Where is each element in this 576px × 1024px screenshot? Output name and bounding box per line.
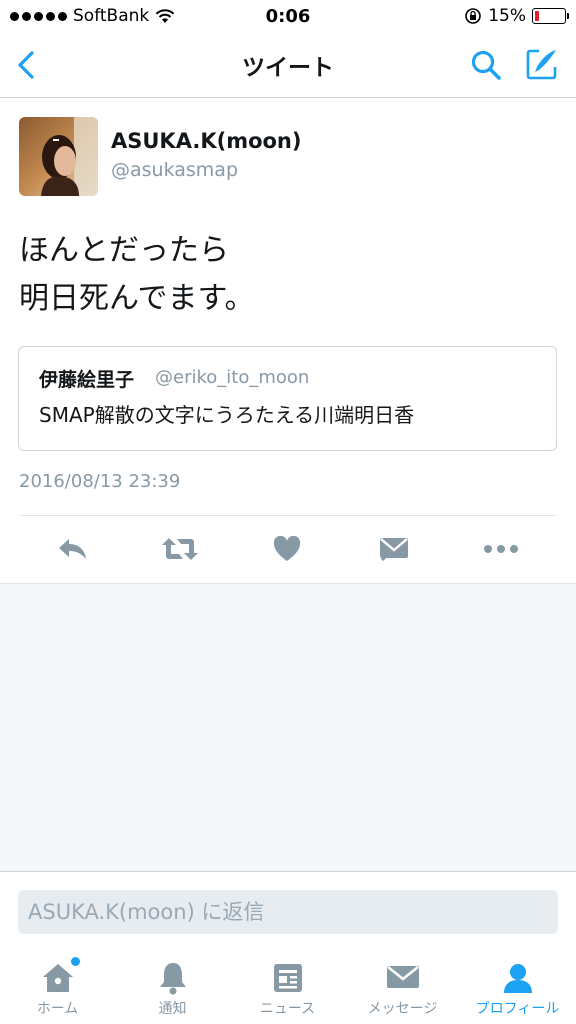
compose-icon xyxy=(526,49,557,80)
page-title: ツイート xyxy=(242,54,334,81)
tab-label: プロフィール xyxy=(475,1001,560,1017)
author-handle[interactable]: @asukasmap xyxy=(111,159,238,181)
author-name[interactable]: ASUKA.K(moon) xyxy=(111,129,301,153)
reply-bar xyxy=(0,871,576,945)
more-icon xyxy=(484,545,518,553)
quoted-tweet-card[interactable]: 伊藤絵里子 @eriko_ito_moon SMAP解散の文字にうろたえる川端明… xyxy=(18,346,557,451)
tab-profile[interactable]: プロフィール xyxy=(460,945,575,1024)
tab-messages[interactable]: メッセージ xyxy=(345,945,460,1024)
status-right: 15% xyxy=(464,6,569,26)
search-icon xyxy=(471,50,501,80)
bell-icon xyxy=(155,961,191,995)
tab-bar: ホーム 通知 ニュース メッセージ プロフィール xyxy=(0,945,576,1024)
tweet-detail: ASUKA.K(moon) @asukasmap ほんとだったら 明日死んでます… xyxy=(0,99,576,584)
tab-label: ホーム xyxy=(36,1001,79,1017)
person-icon xyxy=(500,961,536,995)
tab-home[interactable]: ホーム xyxy=(0,945,115,1024)
battery-icon xyxy=(532,8,569,24)
reply-icon xyxy=(59,539,86,559)
nav-bar: ツイート xyxy=(0,32,576,98)
home-icon xyxy=(40,957,80,995)
quote-text: SMAP解散の文字にうろたえる川端明日香 xyxy=(39,403,415,427)
tweet-text-line-2: 明日死んでます。 xyxy=(19,281,255,316)
like-button[interactable] xyxy=(264,529,310,569)
rotation-lock-icon xyxy=(465,8,482,24)
reply-button[interactable] xyxy=(50,529,96,569)
actions-divider xyxy=(19,515,557,516)
compose-tweet-button[interactable] xyxy=(520,44,564,84)
direct-message-button[interactable] xyxy=(371,529,417,569)
tab-news[interactable]: ニュース xyxy=(230,945,345,1024)
quote-author-handle: @eriko_ito_moon xyxy=(155,367,310,388)
status-left: SoftBank xyxy=(10,6,175,26)
avatar[interactable] xyxy=(19,117,98,196)
quote-author-name: 伊藤絵里子 xyxy=(39,369,135,391)
back-button[interactable] xyxy=(8,46,44,84)
more-options-button[interactable] xyxy=(478,529,524,569)
status-bar: SoftBank 0:06 15% xyxy=(0,0,576,32)
retweet-icon xyxy=(162,538,198,560)
news-icon xyxy=(270,961,306,995)
empty-replies-area xyxy=(0,584,576,871)
search-button[interactable] xyxy=(466,46,506,84)
envelope-icon xyxy=(385,961,421,995)
tab-label: 通知 xyxy=(158,1001,187,1017)
tab-notifications[interactable]: 通知 xyxy=(115,945,230,1024)
message-icon xyxy=(380,538,408,561)
retweet-button[interactable] xyxy=(157,529,203,569)
carrier-name: SoftBank xyxy=(73,6,150,26)
wifi-icon xyxy=(156,9,175,23)
chevron-left-icon xyxy=(18,51,34,79)
home-notification-dot xyxy=(70,957,80,966)
reply-input[interactable] xyxy=(18,890,558,934)
tweet-timestamp: 2016/08/13 23:39 xyxy=(19,471,181,492)
tweet-text: ほんとだったら 明日死んでます。 xyxy=(19,227,255,323)
tab-label: ニュース xyxy=(259,1001,316,1017)
signal-strength-icon xyxy=(10,11,67,21)
battery-percent: 15% xyxy=(488,6,526,26)
tab-label: メッセージ xyxy=(367,1001,438,1017)
tweet-text-line-1: ほんとだったら xyxy=(19,233,229,268)
avatar-photo xyxy=(19,117,98,196)
heart-icon xyxy=(273,536,301,561)
